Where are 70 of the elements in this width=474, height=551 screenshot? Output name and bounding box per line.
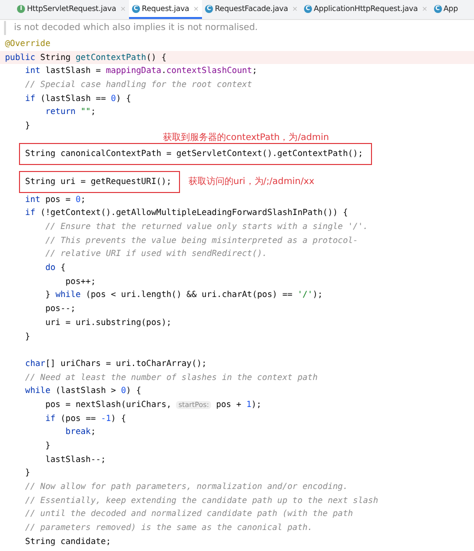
annotation-note: 获取访问的uri，为/;/admin/xx xyxy=(188,176,314,188)
code-text: ; xyxy=(252,65,258,76)
code-text: ) { xyxy=(126,385,142,396)
keyword: while xyxy=(55,289,82,300)
string-literal: '/' xyxy=(297,289,313,300)
code-text: ) { xyxy=(116,92,132,103)
string-literal: "" xyxy=(80,106,91,116)
code-text: (lastSlash > xyxy=(55,385,117,396)
keyword: break xyxy=(66,426,91,436)
doc-comment: is not decoded which also implies it is not normalised. xyxy=(4,21,474,35)
code-text: (pos < uri.length() && uri.charAt(pos) == xyxy=(86,289,294,300)
number-literal: 1 xyxy=(246,398,252,409)
annotation: @Override xyxy=(5,38,50,48)
code-text: ); xyxy=(251,398,262,409)
code-text: String xyxy=(40,52,72,62)
code-text: } xyxy=(45,289,52,300)
code-comment: // Ensure that the returned value only starts with a single '/'. xyxy=(45,221,368,231)
code-comment: // parameters removed) is the same as the canonical path. xyxy=(25,522,313,532)
code-text: String candidate; xyxy=(25,536,111,546)
keyword: char xyxy=(25,358,46,368)
code-comment: // Need at least the number of slashes in the context path xyxy=(25,372,318,382)
keyword: int xyxy=(25,194,42,204)
code-text: pos = xyxy=(45,194,72,204)
code-comment: // until the decoded and normalized candidate path (with the path xyxy=(25,508,353,518)
code-line: String canonicalContextPath = getServletContext().getContextPath(); xyxy=(25,148,363,158)
annotation-note: 获取到服务器的contextPath，为/admin xyxy=(163,132,329,143)
code-text: ; xyxy=(90,106,96,116)
code-text: } xyxy=(45,440,50,450)
number-literal: 0 xyxy=(121,385,126,396)
field-name: contextSlashCount xyxy=(166,65,252,76)
code-comment: // Special case handling for the root context xyxy=(25,79,252,90)
keyword: if xyxy=(25,207,36,218)
code-text: ; xyxy=(80,194,86,204)
code-comment: // Now allow for path parameters, normalization and/or encoding. xyxy=(25,481,348,492)
keyword: return xyxy=(45,106,77,116)
code-text: (!getContext().getAllowMultipleLeadingForwardSlashInPath()) { xyxy=(40,207,348,218)
method-name: getContextPath xyxy=(76,52,146,62)
code-text: } xyxy=(25,467,30,478)
number-literal: 0 xyxy=(110,92,116,103)
code-text: ) { xyxy=(110,412,126,423)
keyword: if xyxy=(25,92,36,103)
keyword: int xyxy=(25,65,42,76)
code-text: pos + xyxy=(215,398,242,409)
code-text: ; xyxy=(90,426,96,436)
code-text: (lastSlash == xyxy=(40,92,107,103)
code-text: . xyxy=(161,65,166,76)
keyword: while xyxy=(25,385,52,396)
code-text: (pos == xyxy=(60,412,97,423)
keyword: public xyxy=(5,52,36,62)
code-text: lastSlash--; xyxy=(45,454,106,464)
code-text: ); xyxy=(312,289,323,300)
number-literal: 0 xyxy=(76,194,81,204)
code-text: pos = nextSlash(uriChars, xyxy=(45,398,172,409)
code-comment: // Essentially, keep extending the candidate path up to the next slash xyxy=(25,494,378,505)
number-literal: -1 xyxy=(100,412,111,423)
code-text: } xyxy=(25,330,30,340)
code-text: lastSlash = xyxy=(45,65,102,76)
code-text: uri = uri.substring(pos); xyxy=(45,316,172,327)
keyword: if xyxy=(45,412,56,423)
code-text: () { xyxy=(146,52,166,62)
code-text: { xyxy=(60,262,66,272)
code-text: pos--; xyxy=(45,303,76,314)
code-text: } xyxy=(25,120,30,130)
field-name: mappingData xyxy=(106,65,162,76)
code-line: String uri = getRequestURI(); xyxy=(25,176,172,186)
code-text: pos++; xyxy=(66,276,96,286)
code-text: [] uriChars = uri.toCharArray(); xyxy=(45,358,207,368)
keyword: do xyxy=(45,262,56,272)
code-comment: // relative URI if used with sendRedirect(). xyxy=(45,248,268,258)
code-comment: // This prevents the value being misinterpreted as a protocol- xyxy=(45,234,358,245)
